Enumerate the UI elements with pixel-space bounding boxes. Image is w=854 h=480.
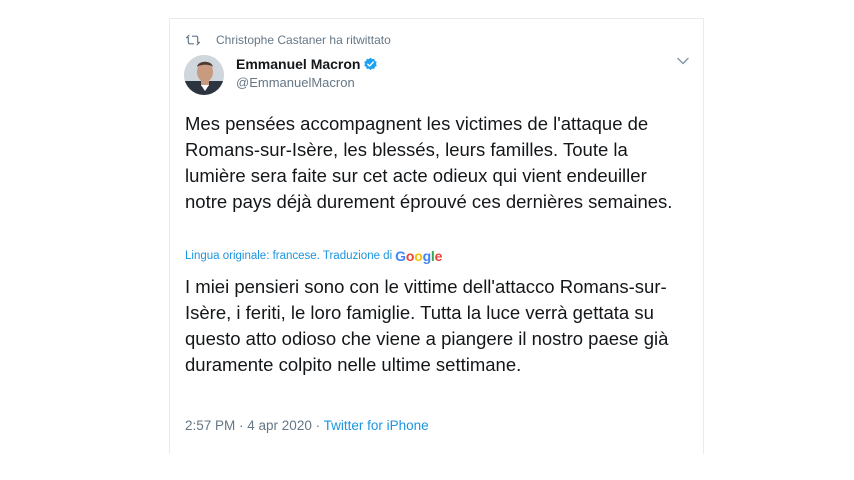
retweet-context[interactable]: Christophe Castaner ha ritwittato bbox=[186, 32, 391, 48]
tweet-time[interactable]: 2:57 PM bbox=[185, 418, 235, 433]
tweet-meta: 2:57 PM · 4 apr 2020 · Twitter for iPhon… bbox=[185, 418, 429, 433]
retweet-label: Christophe Castaner ha ritwittato bbox=[216, 33, 391, 47]
verified-badge-icon bbox=[364, 57, 378, 70]
tweet-source-link[interactable]: Twitter for iPhone bbox=[324, 418, 429, 433]
tweet-text: Mes pensées accompagnent les victimes de… bbox=[185, 113, 673, 212]
author-name[interactable]: Emmanuel Macron bbox=[236, 56, 360, 72]
retweet-icon bbox=[186, 34, 200, 46]
author-block[interactable]: Emmanuel Macron @EmmanuelMacron bbox=[236, 55, 378, 90]
avatar[interactable] bbox=[184, 55, 224, 95]
tweet-date[interactable]: 4 apr 2020 bbox=[247, 418, 312, 433]
translated-text: I miei pensieri sono con le vittime dell… bbox=[185, 276, 669, 375]
google-logo: Google bbox=[395, 248, 443, 264]
author-handle[interactable]: @EmmanuelMacron bbox=[236, 75, 378, 90]
translation-attribution[interactable]: Lingua originale: francese. Traduzione d… bbox=[185, 248, 442, 264]
chevron-down-icon[interactable] bbox=[677, 57, 689, 65]
meta-separator: · bbox=[235, 418, 248, 433]
avatar-image bbox=[184, 55, 224, 95]
meta-separator: · bbox=[311, 418, 324, 433]
tweet-card: Christophe Castaner ha ritwittato Emmanu… bbox=[169, 18, 704, 454]
translation-label: Lingua originale: francese. Traduzione d… bbox=[185, 250, 393, 262]
